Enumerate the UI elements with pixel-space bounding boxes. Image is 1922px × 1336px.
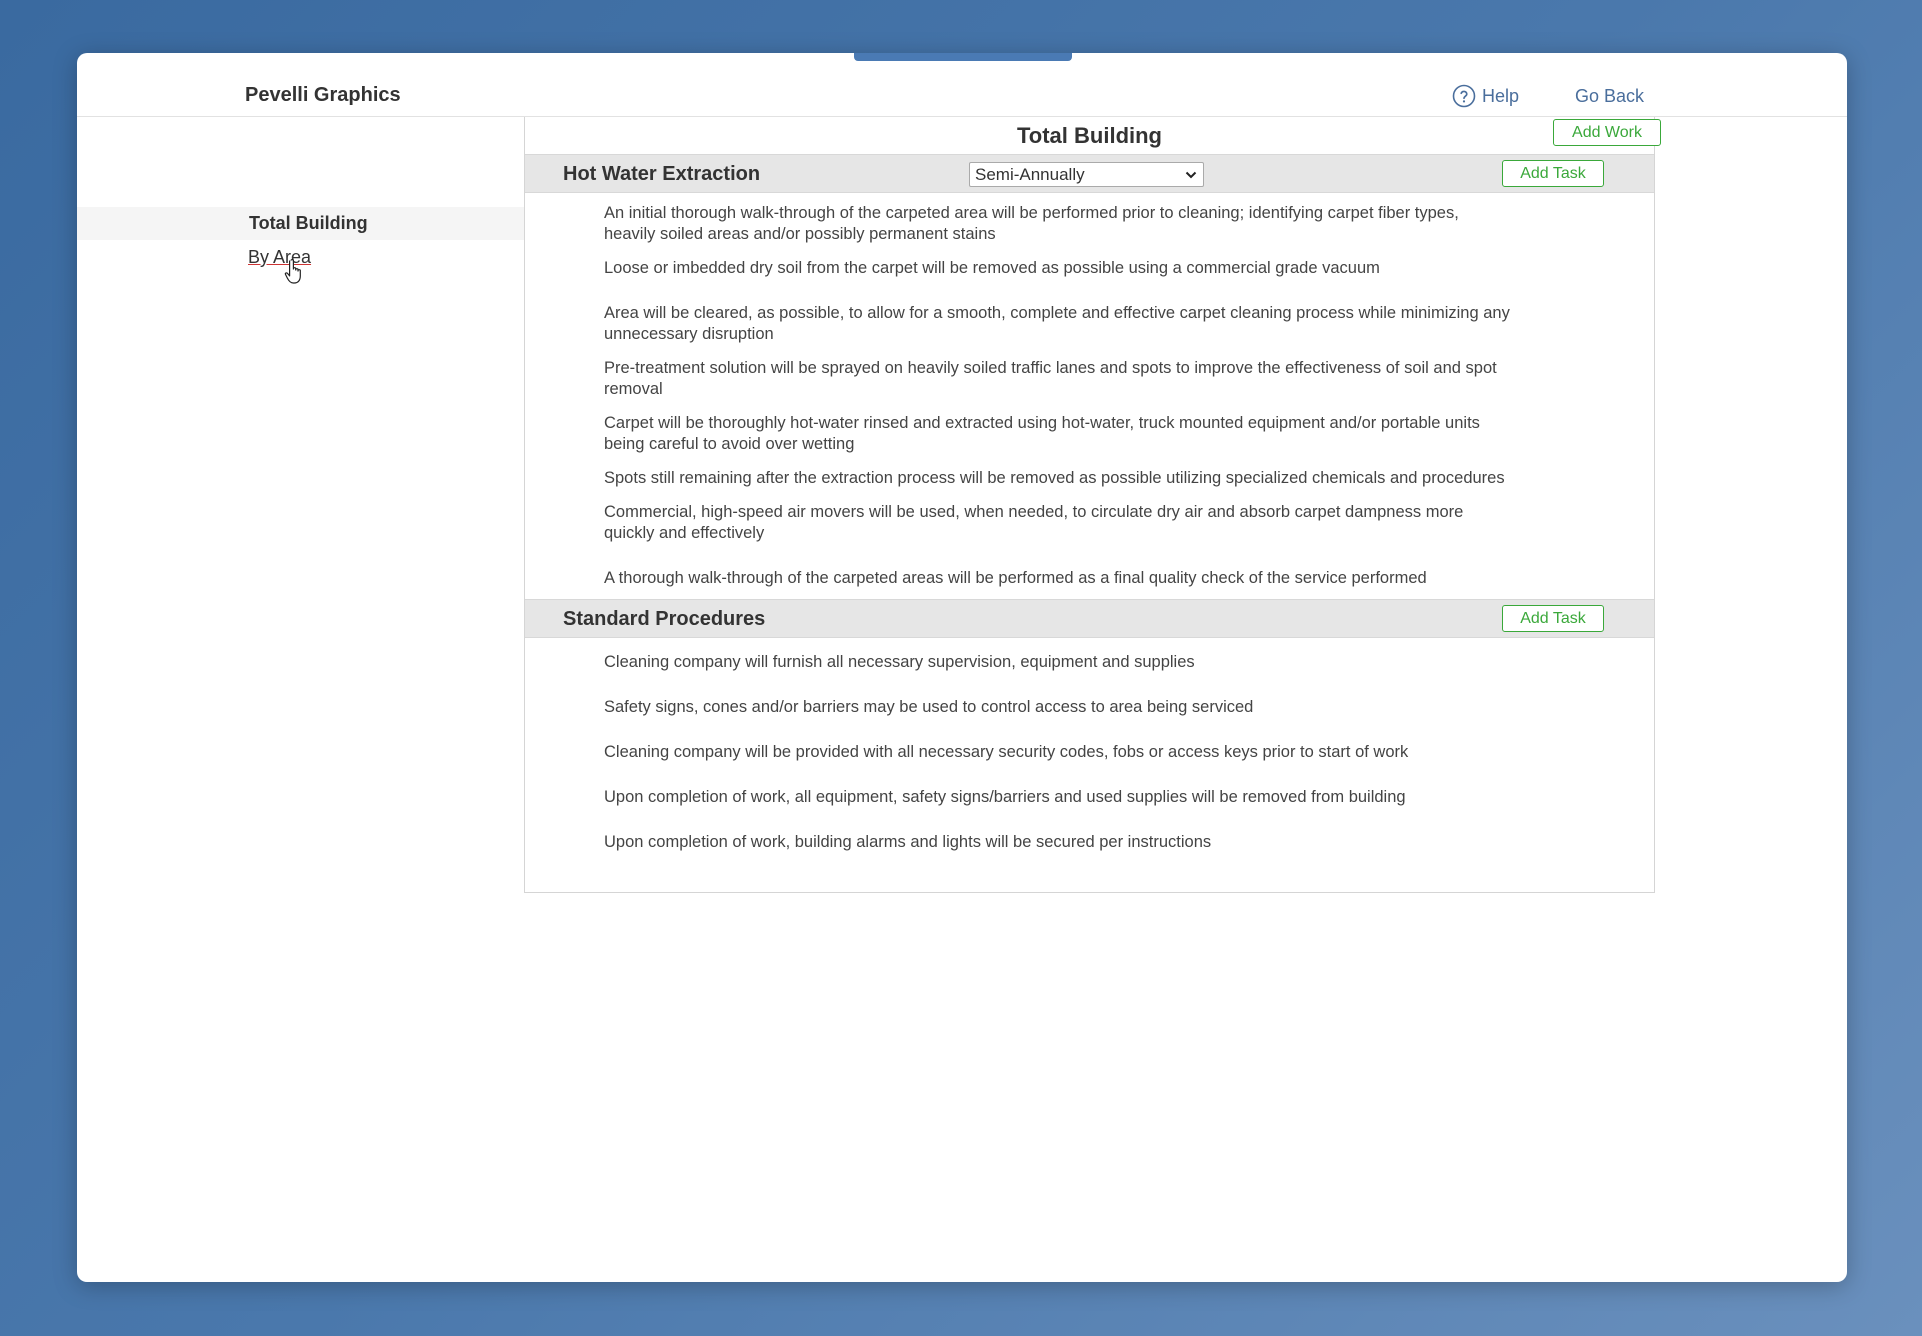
help-circle-icon [1452,84,1476,108]
task-item: Commercial, high-speed air movers will b… [604,503,1464,542]
add-task-button[interactable]: Add Task [1502,605,1604,632]
brand-title: Pevelli Graphics [245,84,401,106]
task-item: Safety signs, cones and/or barriers may … [604,698,1254,716]
task-item: An initial thorough walk-through of the … [604,204,1459,243]
main-title-row: Total Building Add Work [525,117,1661,154]
task-item: Upon completion of work, building alarms… [604,833,1212,851]
help-label: Help [1482,85,1520,106]
header: Pevelli Graphics Help Go Back [77,53,1847,117]
task-item: Cleaning company will furnish all necess… [604,653,1195,671]
go-back-link[interactable]: Go Back [1575,86,1644,107]
page-title: Total Building [1016,123,1162,148]
task-list-standard-procedures: Cleaning company will furnish all necess… [525,638,1654,863]
add-task-button[interactable]: Add Task [1502,160,1604,187]
task-item: Cleaning company will be provided with a… [604,743,1409,761]
app-window: Pevelli Graphics Help Go Back Total Buil… [77,53,1847,1282]
sidebar-item-total-building[interactable]: Total Building [77,207,525,240]
task-item: A thorough walk-through of the carpeted … [604,569,1427,587]
section-header-standard-procedures: Standard Procedures Add Task [525,599,1654,638]
main-panel: Total Building Add Work Hot Water Extrac… [524,117,1661,893]
section-title: Hot Water Extraction [563,163,761,185]
help-link[interactable]: Help [1452,84,1519,108]
task-item: Carpet will be thoroughly hot-water rins… [604,414,1480,453]
task-item: Loose or imbedded dry soil from the carp… [604,259,1380,277]
task-item: Area will be cleared, as possible, to al… [604,304,1510,343]
frequency-value: Semi-Annually [975,165,1085,184]
task-item: Spots still remaining after the extracti… [604,469,1505,487]
add-work-button[interactable]: Add Work [1553,119,1661,146]
task-item: Pre-treatment solution will be sprayed o… [604,359,1497,398]
hand-pointer-icon [284,259,301,284]
chevron-down-icon [1185,171,1197,179]
task-item: Upon completion of work, all equipment, … [604,788,1406,806]
task-list-hot-water-extraction: An initial thorough walk-through of the … [525,193,1654,599]
section-header-hot-water-extraction: Hot Water Extraction Semi-Annually Add T… [525,154,1654,193]
section-title: Standard Procedures [563,608,766,630]
frequency-select[interactable]: Semi-Annually [969,162,1204,187]
